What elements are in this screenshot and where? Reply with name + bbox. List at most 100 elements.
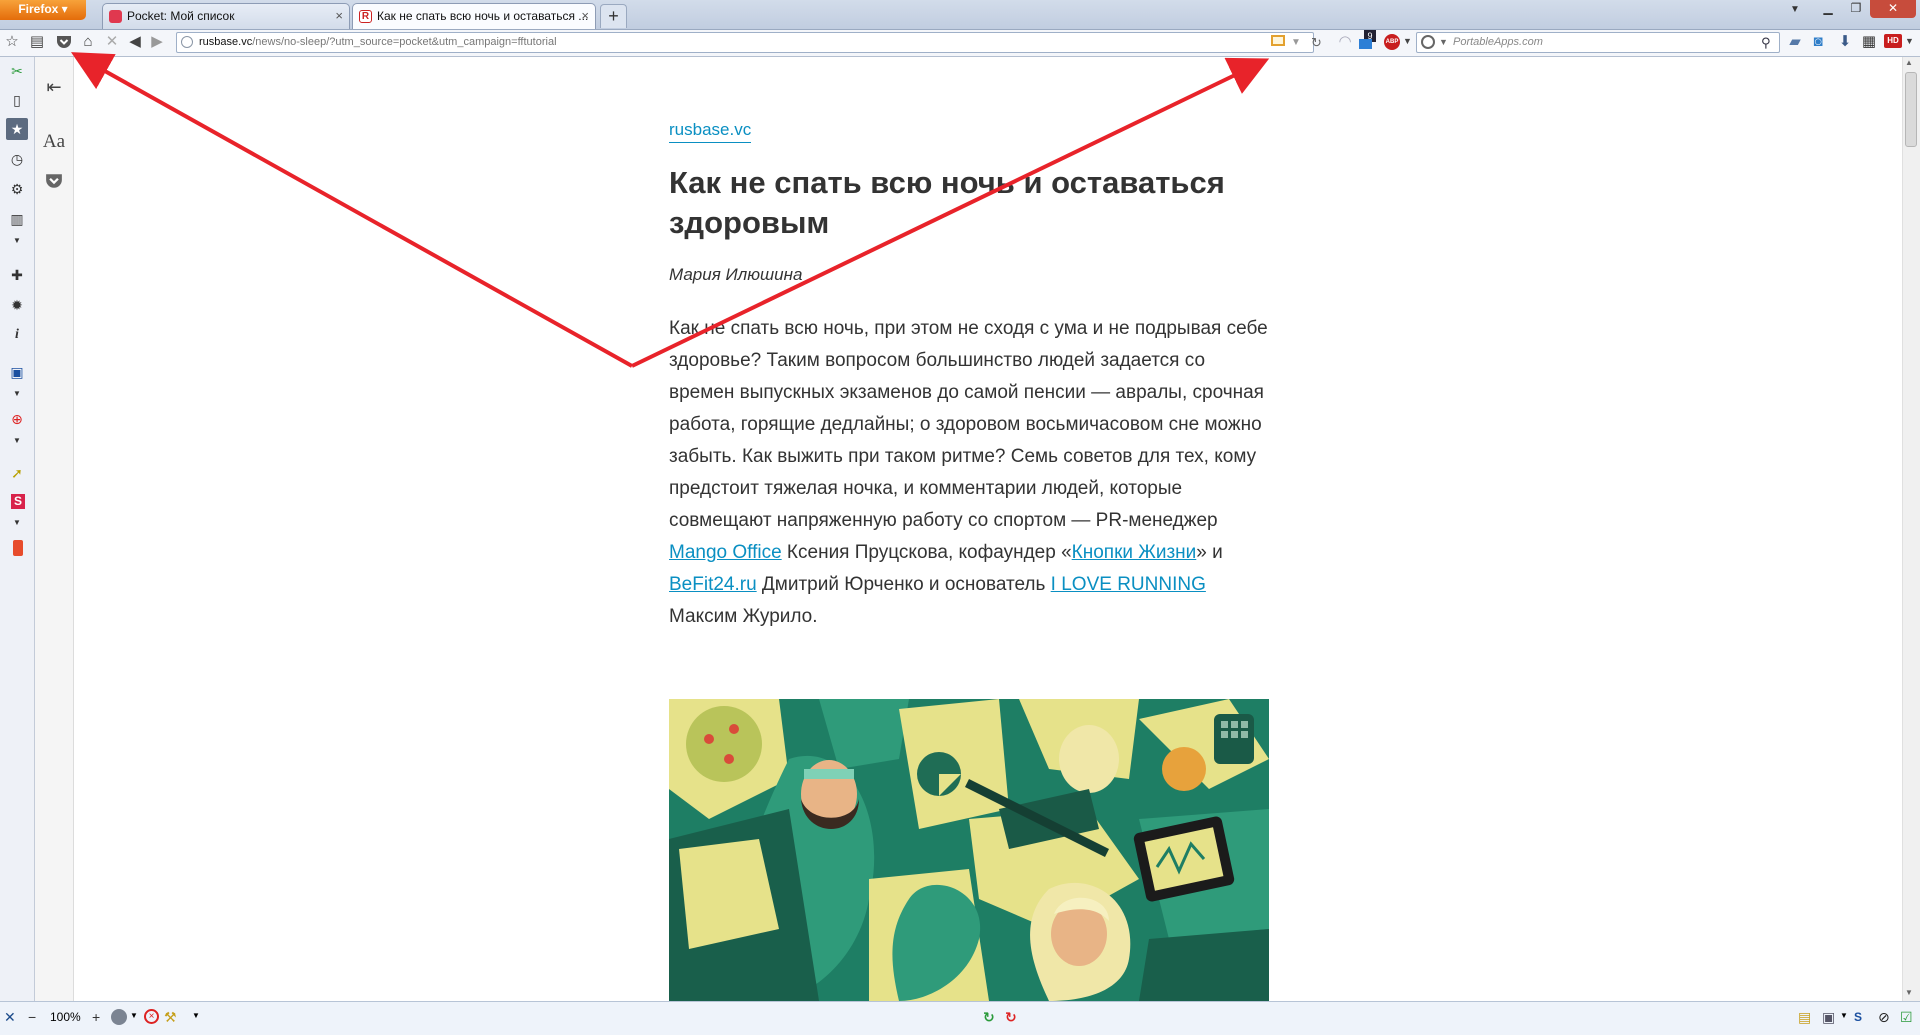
search-engine-chevron-icon[interactable]: ▼ — [1439, 33, 1448, 52]
mango-office-link[interactable]: Mango Office — [669, 542, 782, 563]
firefox-menu-button[interactable]: Firefox ▾ — [0, 0, 86, 20]
tab-article[interactable]: R Как не спать всю ночь и оставаться ...… — [352, 3, 596, 29]
clipboard-icon[interactable]: ▥ — [6, 208, 28, 230]
save-disk-icon[interactable]: ▣ — [6, 361, 28, 383]
info-icon[interactable]: i — [6, 324, 28, 346]
close-tab-icon[interactable]: × — [335, 4, 343, 28]
forward-arrow-icon[interactable]: ▶ — [146, 31, 168, 53]
source-domain-link[interactable]: rusbase.vc — [669, 120, 752, 143]
bookmark-star-icon[interactable]: ☆ — [1, 31, 23, 53]
ghostery-icon[interactable] — [1359, 39, 1372, 49]
rusbase-favicon-icon: R — [359, 10, 372, 23]
font-settings-button[interactable]: Aa — [39, 127, 69, 157]
article-paragraph: Как не спать всю ночь, при этом не сходя… — [669, 313, 1275, 633]
add-chevron-icon[interactable]: ▼ — [6, 430, 28, 452]
tools-chevron-icon[interactable]: ▼ — [192, 1011, 200, 1020]
paragraph-text: Дмитрий Юрченко и основатель — [756, 574, 1051, 595]
back-arrow-icon[interactable]: ◀ — [124, 31, 146, 53]
hd-dropdown-chevron-icon[interactable]: ▼ — [1905, 36, 1914, 46]
scroll-down-arrow-icon[interactable]: ▼ — [1905, 988, 1913, 997]
folder-status-icon[interactable]: ▤ — [1798, 1008, 1811, 1026]
downloads-icon[interactable]: ⬇ — [1834, 31, 1856, 53]
globe-chevron-icon[interactable]: ▼ — [130, 1011, 138, 1020]
paragraph-text: » и — [1196, 542, 1223, 563]
search-input[interactable]: ▼ PortableApps.com ⚲ — [1416, 32, 1780, 53]
s-status-icon[interactable]: S — [1854, 1008, 1862, 1026]
close-addon-bar-icon[interactable]: ✕ — [4, 1008, 16, 1026]
tab-list-chevron-icon[interactable]: ▼ — [1790, 4, 1800, 15]
tools-status-icon[interactable]: ⚒ — [164, 1008, 177, 1026]
reader-toolbar — [35, 57, 74, 1001]
url-domain: rusbase.vc — [199, 36, 253, 48]
hd-video-icon[interactable]: HD — [1884, 34, 1902, 48]
settings-gear-icon[interactable]: ✹ — [6, 294, 28, 316]
close-reader-icon[interactable]: ⇤ — [39, 72, 69, 102]
check-status-icon[interactable]: ☑ — [1900, 1008, 1913, 1026]
url-path: /news/no-sleep/?utm_source=pocket&utm_ca… — [252, 36, 557, 48]
stop-icon[interactable]: ✕ — [101, 31, 123, 53]
knopki-zhizni-link[interactable]: Кнопки Жизни — [1072, 542, 1197, 563]
apps-grid-icon[interactable]: ▦ — [1858, 31, 1880, 53]
tab-pocket[interactable]: Pocket: Мой список × — [102, 3, 350, 29]
bookmarks-toolbar-icon[interactable]: ▰ — [1784, 31, 1806, 53]
red-refresh-icon[interactable]: ↻ — [1005, 1008, 1017, 1026]
i-love-running-link[interactable]: I LOVE RUNNING — [1051, 574, 1206, 595]
site-identity-icon[interactable] — [181, 36, 193, 48]
zoom-out-icon[interactable]: − — [28, 1008, 36, 1026]
maximize-button[interactable]: ❐ — [1842, 0, 1870, 18]
scrollbar-thumb[interactable] — [1905, 72, 1917, 147]
tab-title: Как не спать всю ночь и оставаться ... — [377, 9, 589, 23]
new-tab-button[interactable]: + — [600, 4, 627, 28]
article-author: Мария Илюшина — [669, 265, 803, 284]
scroll-up-arrow-icon[interactable]: ▲ — [1905, 58, 1913, 67]
page-icon[interactable]: ▯ — [6, 89, 28, 111]
minimize-button[interactable]: ▁ — [1814, 0, 1842, 18]
reader-view-icon[interactable] — [1271, 35, 1285, 46]
url-bar[interactable]: rusbase.vc/news/no-sleep/?utm_source=poc… — [176, 32, 1322, 53]
puzzle-addons-icon[interactable]: ✚ — [6, 264, 28, 286]
window-status-chevron-icon[interactable]: ▼ — [1840, 1011, 1848, 1020]
rss-feed-icon[interactable]: ◠ — [1334, 31, 1356, 53]
search-placeholder: PortableApps.com — [1453, 36, 1543, 48]
block-icon[interactable]: × — [144, 1009, 159, 1024]
window-status-icon[interactable]: ▣ — [1822, 1008, 1835, 1026]
reader-article: rusbase.vc Как не спать всю ночь и остав… — [669, 120, 1275, 652]
zoom-level[interactable]: 100% — [50, 1008, 81, 1026]
paragraph-text: Как не спать всю ночь, при этом не сходя… — [669, 318, 1268, 531]
s-addon-chevron-icon[interactable]: ▼ — [6, 512, 28, 534]
zoom-in-icon[interactable]: + — [92, 1008, 100, 1026]
paragraph-text: Максим Журило. — [669, 606, 818, 627]
save-chevron-icon[interactable]: ▼ — [6, 383, 28, 405]
pointer-icon[interactable]: ➚ — [6, 462, 28, 484]
pocket-icon[interactable] — [53, 31, 75, 53]
close-tab-icon[interactable]: × — [581, 4, 589, 28]
search-icon[interactable]: ⚲ — [1761, 33, 1771, 52]
add-red-icon[interactable]: ⊕ — [6, 408, 28, 430]
scissors-icon[interactable]: ✂ — [6, 60, 28, 82]
dropdown-chevron-icon[interactable]: ▼ — [1291, 33, 1301, 52]
pocket-favicon-icon — [109, 10, 122, 23]
save-to-pocket-icon[interactable] — [39, 166, 69, 196]
tools-icon[interactable]: ⚙ — [6, 178, 28, 200]
bookmarks-list-icon[interactable]: ▤ — [26, 31, 48, 53]
green-refresh-icon[interactable]: ↻ — [983, 1008, 995, 1026]
expand-chevron-icon[interactable]: ▼ — [6, 230, 28, 252]
close-window-button[interactable]: ✕ — [1870, 0, 1916, 18]
reload-icon[interactable]: ↻ — [1311, 33, 1322, 52]
adblock-dropdown-chevron-icon[interactable]: ▼ — [1403, 36, 1412, 46]
befit24-link[interactable]: BeFit24.ru — [669, 574, 757, 595]
sync-icon[interactable]: ◙ — [1807, 31, 1829, 53]
article-title: Как не спать всю ночь и оставаться здоро… — [669, 165, 1225, 240]
history-clock-icon[interactable]: ◷ — [6, 148, 28, 170]
paragraph-text: Ксения Пруцскова, кофаундер « — [781, 542, 1072, 563]
globe-status-icon[interactable] — [111, 1009, 127, 1025]
adblock-plus-icon[interactable]: ABP — [1384, 34, 1400, 50]
bookmarks-sidebar-icon[interactable]: ★ — [6, 118, 28, 140]
vertical-scrollbar[interactable] — [1902, 57, 1920, 1001]
search-engine-icon[interactable] — [1421, 35, 1435, 49]
firefox-menu-label: Firefox — [18, 2, 59, 16]
phone-addon-icon[interactable] — [13, 540, 23, 556]
no-script-icon[interactable]: ⊘ — [1878, 1008, 1890, 1026]
home-icon[interactable]: ⌂ — [77, 31, 99, 53]
s-addon-icon[interactable]: S — [11, 494, 25, 509]
